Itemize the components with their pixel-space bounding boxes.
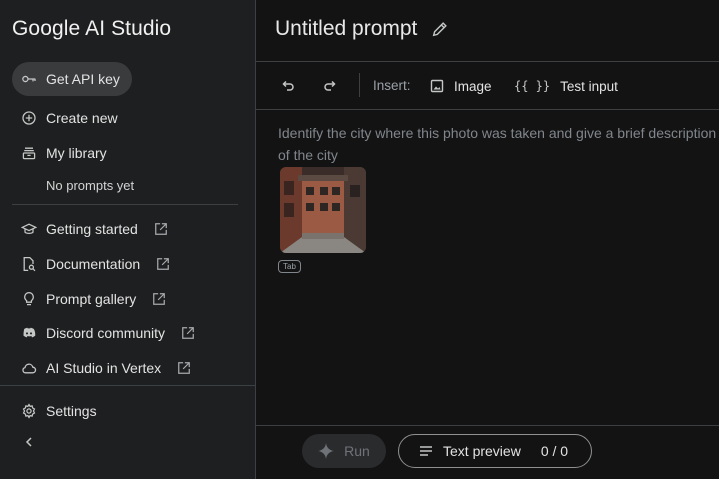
sidebar: Google AI Studio Get API key Create new … (0, 0, 256, 479)
text-lines-icon (419, 445, 433, 457)
undo-button[interactable] (278, 76, 298, 96)
sidebar-divider (12, 204, 238, 205)
sidebar-item-prompt-gallery[interactable]: Prompt gallery (12, 282, 174, 316)
sparkle-icon (318, 443, 335, 459)
graduation-cap-icon (20, 220, 38, 238)
undo-icon (282, 80, 294, 91)
redo-button[interactable] (320, 76, 340, 96)
insert-label: Insert: (373, 78, 411, 93)
external-link-icon (152, 292, 166, 306)
tab-badge: Tab (278, 260, 301, 273)
prompt-line-2: of the city (278, 147, 338, 163)
settings-button[interactable]: Settings (12, 394, 105, 428)
attached-image-thumbnail[interactable] (280, 167, 366, 253)
key-icon (20, 70, 38, 88)
sidebar-divider (0, 385, 255, 386)
documentation-label: Documentation (46, 256, 141, 272)
run-button[interactable]: Run (302, 434, 386, 468)
external-link-icon (177, 361, 191, 375)
test-input-label: Test input (560, 78, 618, 94)
create-new-label: Create new (46, 110, 118, 126)
my-library-button[interactable]: My library (12, 136, 115, 170)
toolbar-divider (256, 109, 719, 110)
insert-test-input-button[interactable]: {{ }} Test input (514, 76, 618, 96)
settings-label: Settings (46, 403, 97, 419)
chevron-left-icon (25, 437, 32, 447)
token-count: 0 / 0 (540, 443, 569, 459)
ai-studio-vertex-label: AI Studio in Vertex (46, 360, 162, 376)
text-preview-label: Text preview (443, 443, 521, 459)
main-panel: Untitled prompt Insert: Image {{ }} Test… (256, 0, 719, 479)
toolbar-separator (359, 73, 360, 97)
footer-divider (256, 425, 719, 426)
cloud-icon (20, 359, 38, 377)
no-prompts-text: No prompts yet (46, 178, 135, 193)
prompt-title[interactable]: Untitled prompt (275, 17, 417, 41)
image-label: Image (454, 78, 492, 94)
external-link-icon (154, 222, 168, 236)
sidebar-item-ai-studio-vertex[interactable]: AI Studio in Vertex (12, 351, 199, 385)
prompt-input[interactable]: Identify the city where this photo was t… (278, 122, 719, 166)
pencil-icon[interactable] (431, 20, 449, 38)
get-api-key-label: Get API key (46, 71, 120, 87)
braces-icon: {{ }} (514, 79, 551, 93)
sidebar-item-getting-started[interactable]: Getting started (12, 212, 176, 246)
run-label: Run (344, 443, 370, 459)
external-link-icon (181, 326, 195, 340)
text-preview-button[interactable]: Text preview 0 / 0 (398, 434, 592, 468)
library-icon (20, 144, 38, 162)
title-row: Untitled prompt (275, 17, 449, 41)
lightbulb-icon (20, 290, 38, 308)
image-icon (430, 79, 444, 93)
document-search-icon (20, 255, 38, 273)
discord-community-label: Discord community (46, 325, 166, 341)
insert-image-button[interactable]: Image (430, 76, 492, 96)
prompt-toolbar: Insert: Image {{ }} Test input (256, 62, 719, 109)
my-library-label: My library (46, 145, 107, 161)
create-new-button[interactable]: Create new (12, 101, 126, 135)
sidebar-item-documentation[interactable]: Documentation (12, 247, 178, 281)
collapse-sidebar-button[interactable] (20, 433, 38, 451)
prompt-gallery-label: Prompt gallery (46, 291, 137, 307)
gear-icon (20, 402, 38, 420)
external-link-icon (156, 257, 170, 271)
brand-title: Google AI Studio (12, 17, 172, 40)
discord-icon (20, 324, 38, 342)
sidebar-item-discord-community[interactable]: Discord community (12, 316, 203, 350)
getting-started-label: Getting started (46, 221, 138, 237)
redo-icon (324, 80, 336, 91)
prompt-line-1: Identify the city where this photo was t… (278, 125, 717, 141)
get-api-key-button[interactable]: Get API key (12, 62, 132, 96)
plus-circle-icon (20, 109, 38, 127)
